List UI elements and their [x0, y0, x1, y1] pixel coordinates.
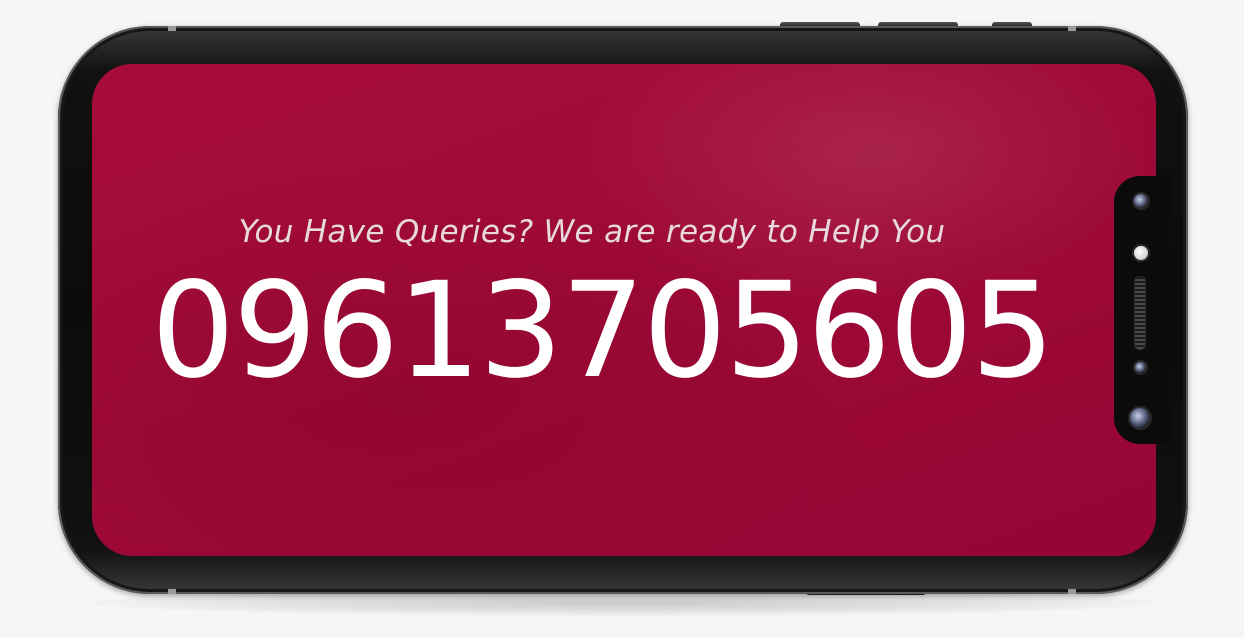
ambient-sensor-icon: [1133, 360, 1148, 375]
phone-screen: You Have Queries? We are ready to Help Y…: [92, 64, 1156, 556]
proximity-sensor-icon: [1132, 244, 1150, 262]
front-camera-icon: [1132, 192, 1150, 210]
support-phone-number[interactable]: 09613705605: [92, 255, 1112, 408]
phone-mockup: You Have Queries? We are ready to Help Y…: [58, 26, 1188, 594]
antenna-line: [1068, 26, 1076, 31]
antenna-line: [168, 26, 176, 31]
support-tagline: You Have Queries? We are ready to Help Y…: [238, 214, 946, 250]
antenna-line: [1068, 589, 1076, 594]
earpiece-speaker-icon: [1134, 276, 1146, 350]
front-lens-icon: [1128, 406, 1152, 430]
antenna-line: [168, 589, 176, 594]
